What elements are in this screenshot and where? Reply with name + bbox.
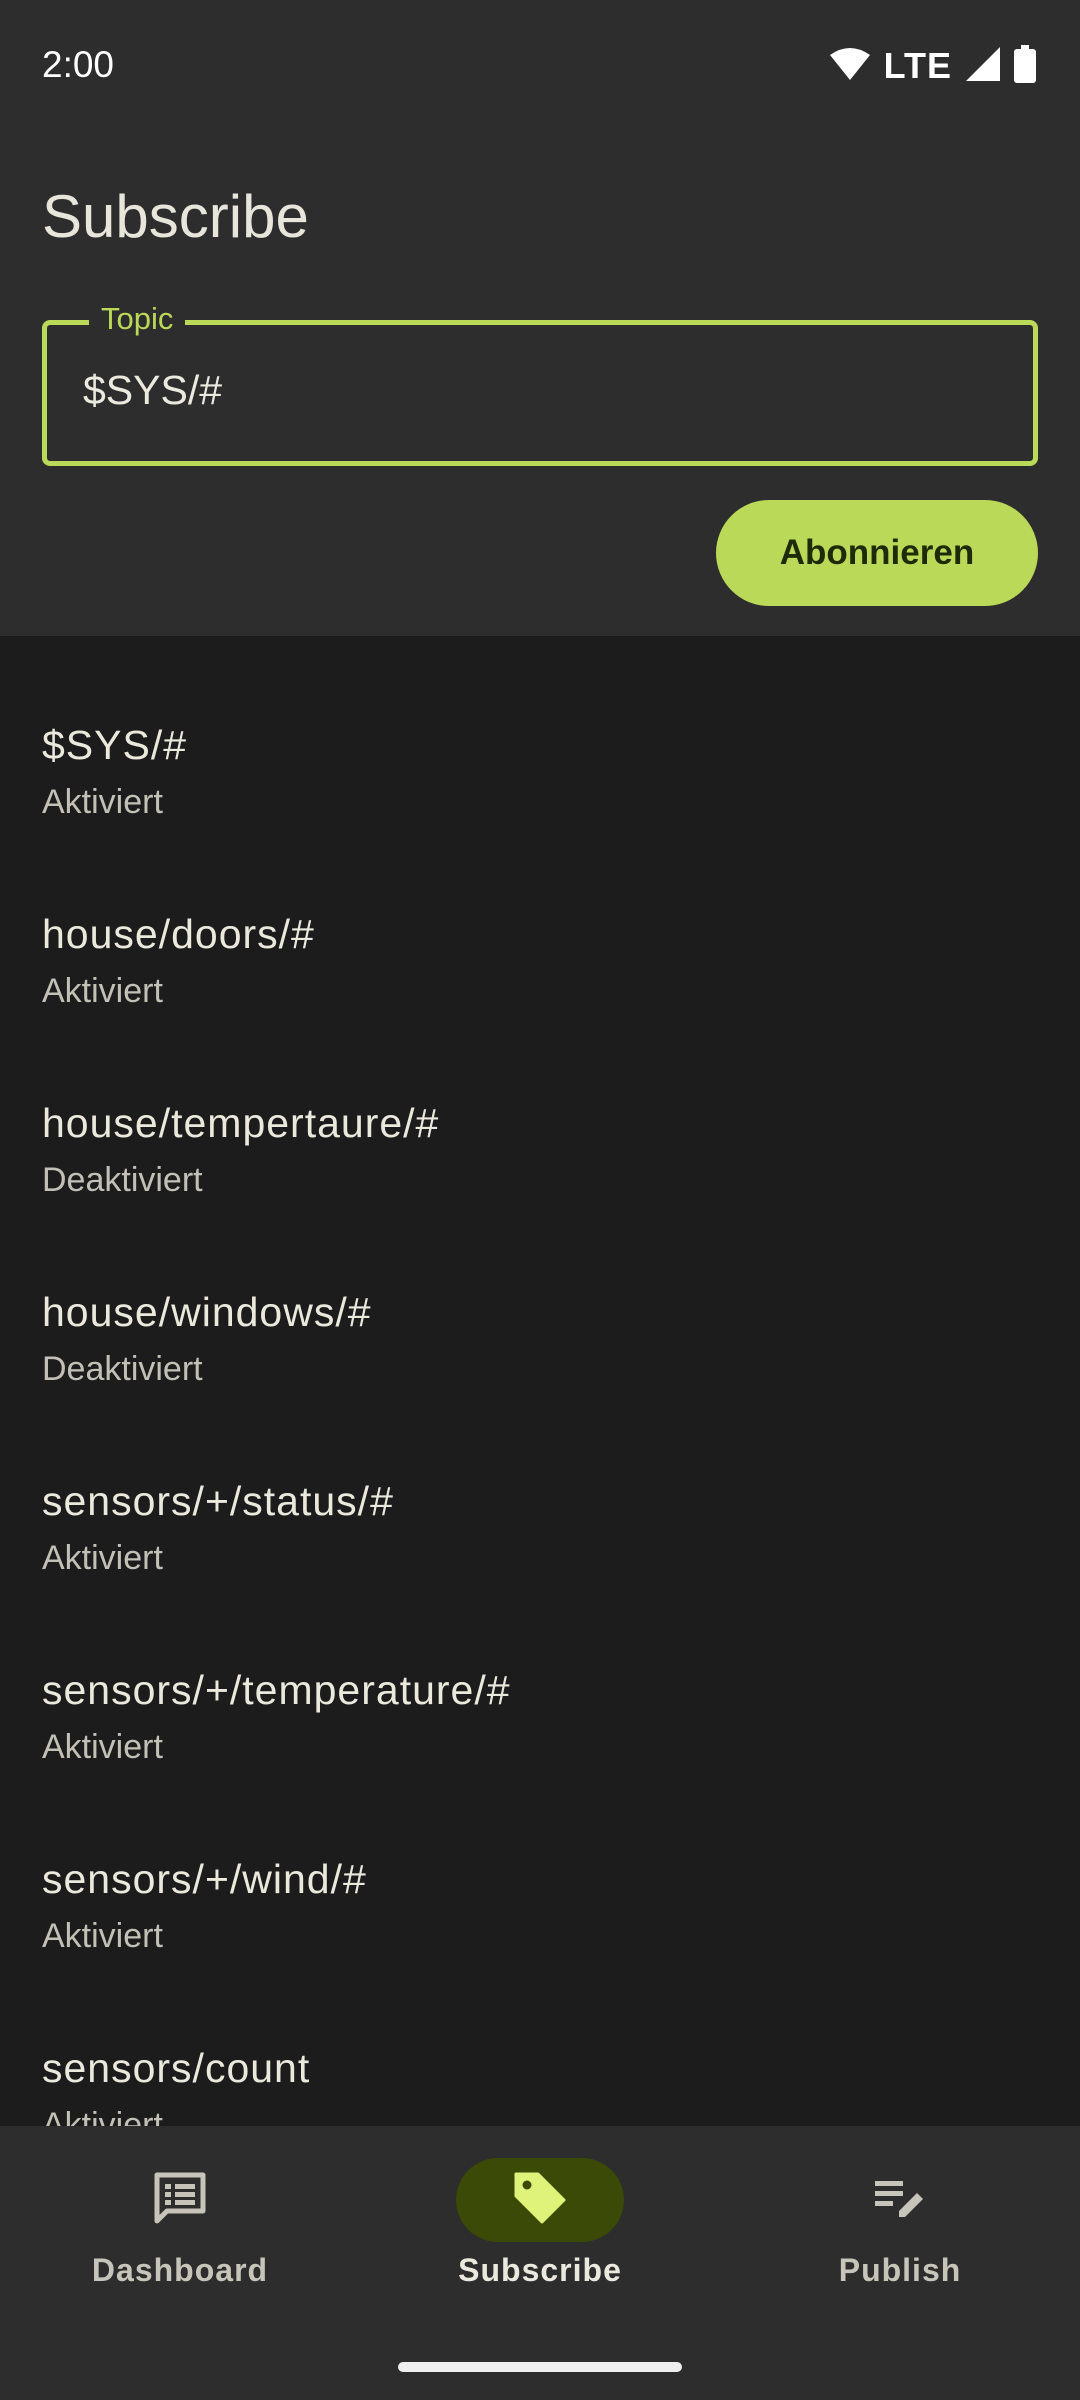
page-title: Subscribe bbox=[42, 183, 309, 250]
wifi-icon bbox=[829, 47, 870, 86]
nav-item-publish[interactable]: Publish bbox=[720, 2126, 1080, 2326]
bottom-navigation: Dashboard Subscribe Publish bbox=[0, 2126, 1080, 2400]
topic-name: house/windows/# bbox=[42, 1289, 372, 1335]
topic-name: $SYS/# bbox=[42, 722, 188, 768]
nav-item-subscribe[interactable]: Subscribe bbox=[360, 2126, 720, 2326]
status-icons: LTE bbox=[829, 44, 1036, 88]
topic-list-item[interactable]: sensors/+/status/# Aktiviert bbox=[42, 1478, 1042, 1578]
edit-note-icon bbox=[873, 2171, 927, 2230]
topic-name: sensors/+/status/# bbox=[42, 1478, 394, 1524]
topic-field-label: Topic bbox=[89, 301, 186, 337]
topic-list-item[interactable]: sensors/+/temperature/# Aktiviert bbox=[42, 1667, 1042, 1767]
topic-name: house/tempertaure/# bbox=[42, 1100, 440, 1146]
signal-icon bbox=[966, 46, 1000, 86]
topic-list-item[interactable]: sensors/+/wind/# Aktiviert bbox=[42, 1856, 1042, 1956]
topic-name: sensors/count bbox=[42, 2045, 311, 2091]
status-time: 2:00 bbox=[42, 44, 115, 85]
battery-icon bbox=[1014, 44, 1036, 88]
topic-status: Aktiviert bbox=[42, 1728, 163, 1766]
home-indicator[interactable] bbox=[398, 2362, 682, 2372]
topic-list: $SYS/# Aktiviert house/doors/# Aktiviert… bbox=[0, 636, 1080, 2126]
topic-status: Aktiviert bbox=[42, 1539, 163, 1577]
nav-item-dashboard[interactable]: Dashboard bbox=[0, 2126, 360, 2326]
nav-label-dashboard: Dashboard bbox=[91, 2252, 269, 2288]
topic-list-item[interactable]: house/windows/# Deaktiviert bbox=[42, 1289, 1042, 1389]
nav-active-indicator bbox=[456, 2158, 624, 2242]
nav-label-subscribe: Subscribe bbox=[458, 2252, 622, 2288]
subscribe-button[interactable]: Abonnieren bbox=[716, 500, 1038, 606]
topic-status: Aktiviert bbox=[42, 972, 163, 1010]
nav-label-publish: Publish bbox=[838, 2252, 962, 2288]
nav-icon-container bbox=[816, 2158, 984, 2242]
topic-name: sensors/+/temperature/# bbox=[42, 1667, 511, 1713]
topic-name: sensors/+/wind/# bbox=[42, 1856, 367, 1902]
topic-list-item[interactable]: house/doors/# Aktiviert bbox=[42, 911, 1042, 1011]
tag-icon bbox=[512, 2170, 568, 2231]
network-type: LTE bbox=[883, 45, 952, 86]
app-header-area: 2:00 LTE Subscribe Topic Abonnieren bbox=[0, 0, 1080, 636]
list-article-icon bbox=[153, 2171, 207, 2230]
nav-icon-container bbox=[96, 2158, 264, 2242]
topic-input[interactable] bbox=[83, 367, 983, 414]
topic-status: Aktiviert bbox=[42, 2106, 163, 2126]
topic-status: Aktiviert bbox=[42, 783, 163, 821]
topic-list-item[interactable]: house/tempertaure/# Deaktiviert bbox=[42, 1100, 1042, 1200]
topic-list-item[interactable]: $SYS/# Aktiviert bbox=[42, 722, 1042, 822]
topic-status: Aktiviert bbox=[42, 1917, 163, 1955]
topic-name: house/doors/# bbox=[42, 911, 315, 957]
topic-status: Deaktiviert bbox=[42, 1350, 203, 1388]
topic-status: Deaktiviert bbox=[42, 1161, 203, 1199]
topic-field[interactable]: Topic bbox=[42, 301, 1038, 466]
status-bar: 2:00 LTE bbox=[0, 0, 1080, 132]
topic-list-item[interactable]: sensors/count Aktiviert bbox=[42, 2045, 1042, 2126]
